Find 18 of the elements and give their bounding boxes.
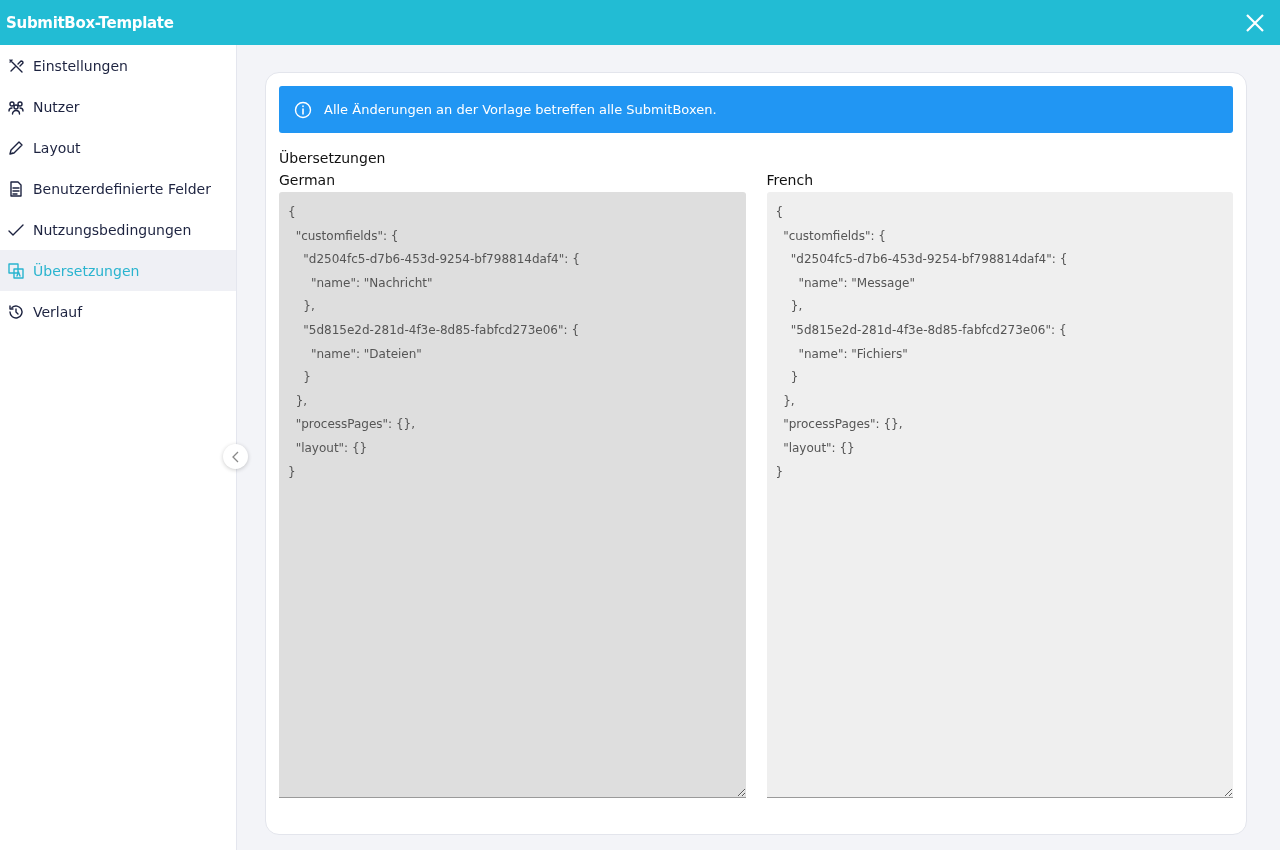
- sidebar-item[interactable]: Einstellungen: [0, 45, 236, 86]
- info-message: Alle Änderungen an der Vorlage betreffen alle SubmitBoxen.: [324, 102, 717, 117]
- info-icon: [294, 100, 312, 119]
- chevron-left-icon: [231, 450, 240, 463]
- history-icon: [7, 302, 25, 321]
- section-title: Übersetzungen: [279, 150, 387, 166]
- translate-icon: [7, 261, 25, 280]
- window-title: SubmitBox-Template: [6, 13, 174, 32]
- document-icon: [7, 179, 25, 198]
- sidebar-item[interactable]: Benutzerdefinierte Felder: [0, 168, 236, 209]
- editor-label: German: [279, 172, 337, 188]
- sidebar-item[interactable]: Nutzungsbedingungen: [0, 209, 236, 250]
- close-button[interactable]: [1244, 11, 1266, 34]
- sidebar-item[interactable]: Layout: [0, 127, 236, 168]
- editor-label: French: [766, 172, 815, 188]
- sidebar-item[interactable]: Verlauf: [0, 291, 236, 332]
- sidebar-item[interactable]: Nutzer: [0, 86, 236, 127]
- json-editor[interactable]: { "customfields": { "d2504fc5-d7b6-453d-9254-bf798814daf4": { "name": "Message" }, "5d815e2d-281d-4f3e-8d85-fabfcd273e06": { "name": "Fichiers" } }, "processPages": {}, "layout": {} }: [766, 192, 1233, 798]
